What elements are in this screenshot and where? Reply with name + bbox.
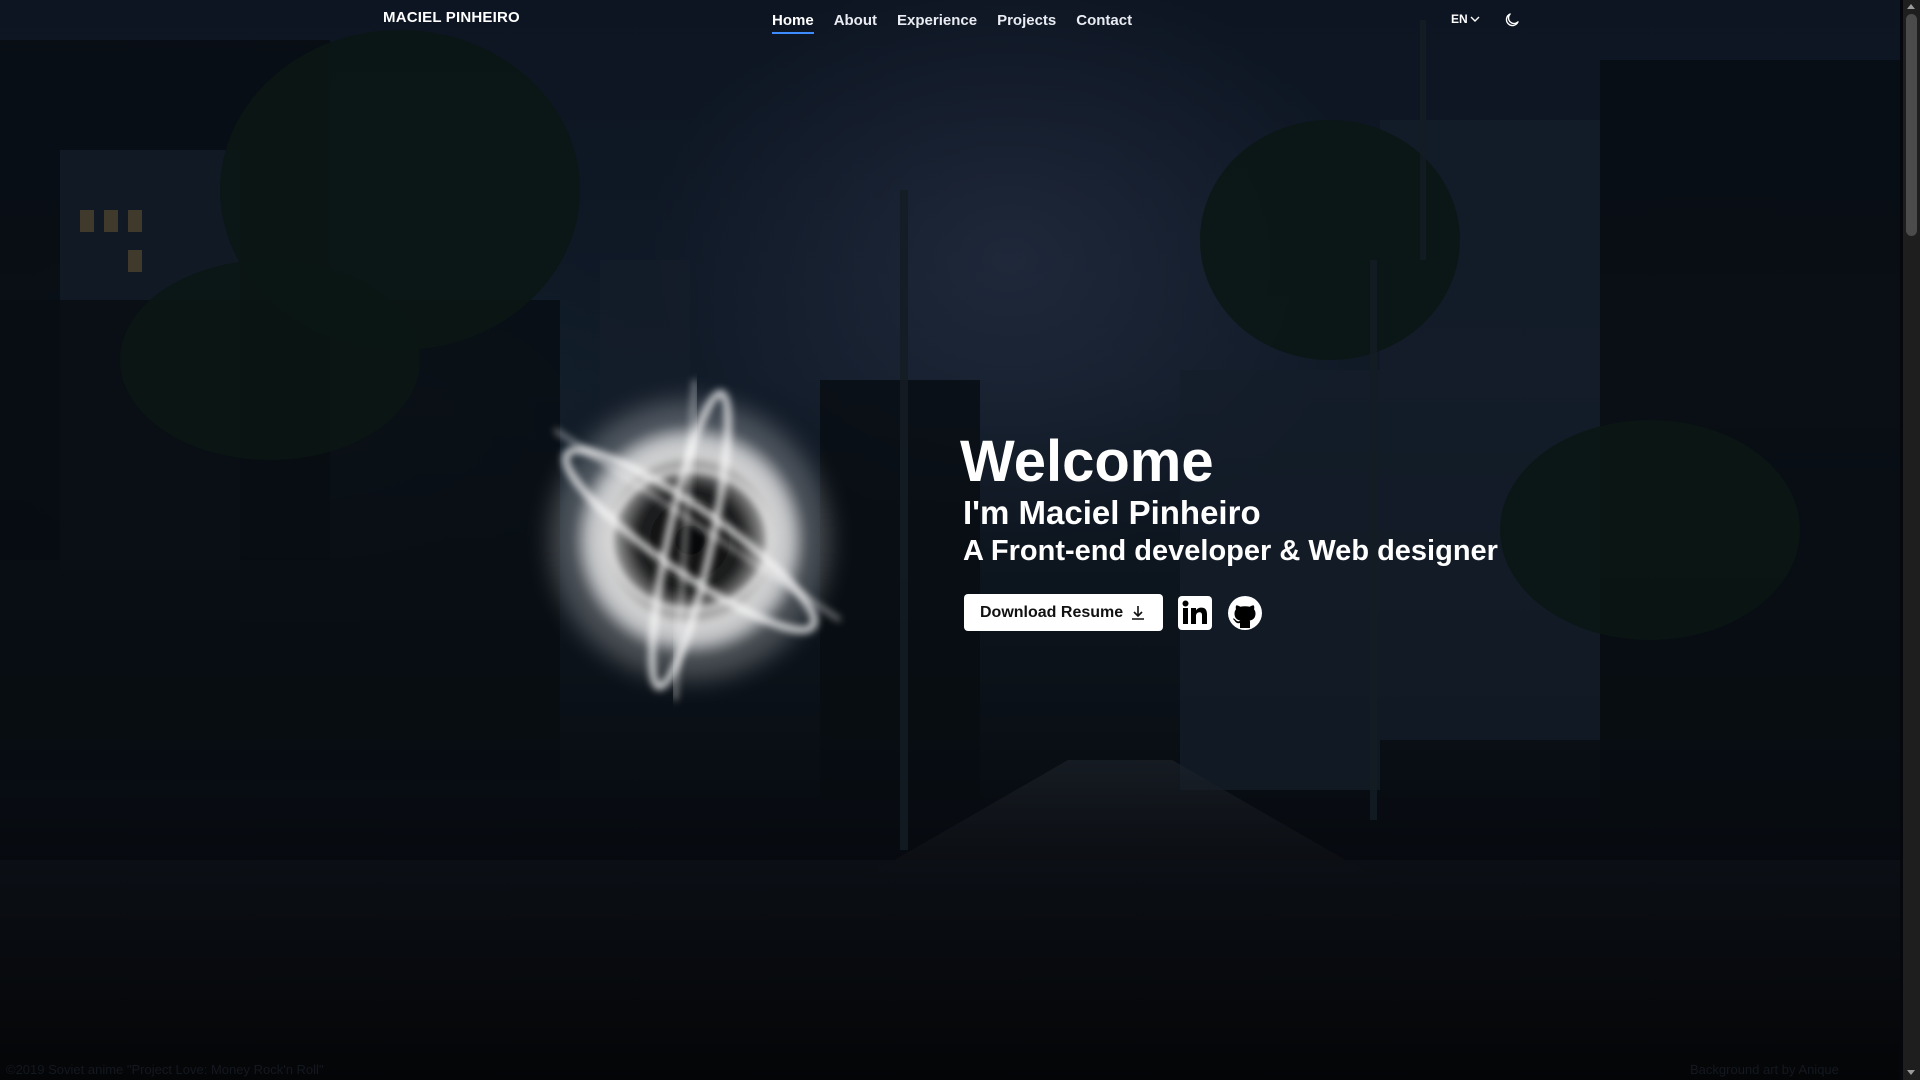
nav-about[interactable]: About bbox=[834, 12, 877, 34]
nav-contact[interactable]: Contact bbox=[1076, 12, 1132, 34]
linkedin-icon[interactable] bbox=[1177, 595, 1213, 631]
hero-subtitle: I'm Maciel Pinheiro bbox=[963, 494, 1261, 531]
brand-logo[interactable]: MACIEL PINHEIRO bbox=[383, 9, 520, 26]
page-scrollbar[interactable] bbox=[1903, 0, 1920, 1080]
scroll-up-arrow-icon[interactable] bbox=[1907, 4, 1915, 9]
language-label: EN bbox=[1451, 12, 1468, 26]
top-navbar: MACIEL PINHEIRO Home About Experience Pr… bbox=[0, 0, 1900, 44]
github-icon[interactable] bbox=[1227, 595, 1263, 631]
language-selector[interactable]: EN bbox=[1451, 12, 1480, 26]
download-resume-label: Download Resume bbox=[980, 603, 1124, 621]
scroll-down-arrow-icon[interactable] bbox=[1907, 1070, 1915, 1075]
chevron-down-icon bbox=[1470, 16, 1480, 22]
nav-home[interactable]: Home bbox=[772, 12, 814, 34]
hero-section: Welcome I'm Maciel Pinheiro A Front-end … bbox=[960, 430, 1498, 631]
nav-menu: Home About Experience Projects Contact bbox=[772, 12, 1132, 34]
scrollbar-thumb[interactable] bbox=[1906, 14, 1917, 236]
glowing-atom-orb bbox=[550, 379, 841, 701]
hero-role: A Front-end developer & Web designer bbox=[963, 535, 1498, 567]
moon-icon[interactable] bbox=[1503, 11, 1521, 29]
footer-right-credit: Background art by Anique bbox=[1690, 1062, 1839, 1077]
nav-experience[interactable]: Experience bbox=[897, 12, 977, 34]
background-scene bbox=[0, 0, 1900, 1080]
download-resume-button[interactable]: Download Resume bbox=[964, 594, 1164, 631]
download-icon bbox=[1132, 605, 1145, 620]
footer-left-credit: ©2019 Soviet anime "Project Love: Money … bbox=[6, 1062, 324, 1077]
nav-projects[interactable]: Projects bbox=[997, 12, 1056, 34]
hero-actions: Download Resume bbox=[964, 594, 1498, 631]
hero-title: Welcome bbox=[960, 429, 1214, 494]
